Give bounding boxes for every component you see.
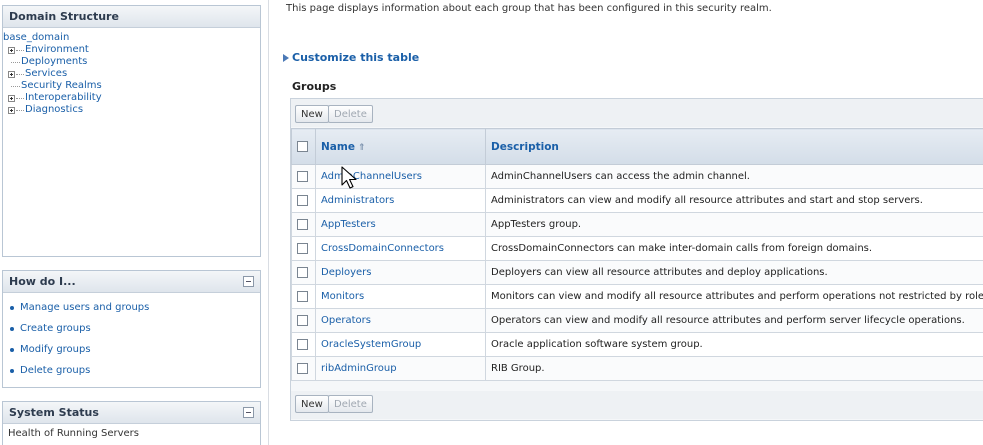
manage-users-groups-link[interactable]: Manage users and groups [20,302,149,313]
expand-icon[interactable] [8,46,15,54]
expand-icon[interactable] [8,94,15,102]
select-all-header [291,128,316,165]
intro-text: This page displays information about eac… [286,3,772,14]
table-row: Administrators Administrators can view a… [291,188,983,213]
group-description: Administrators can view and modify all r… [485,188,983,213]
modify-groups-link[interactable]: Modify groups [20,344,91,355]
bullet-icon [10,348,14,352]
system-status-panel: System Status Health of Running Servers [2,401,261,445]
group-description: Oracle application software system group… [485,332,983,357]
group-description: AppTesters group. [485,212,983,237]
group-description: AdminChannelUsers can access the admin c… [485,164,983,189]
delete-button[interactable]: Delete [328,105,373,123]
tree-item-deployments[interactable]: Deployments [3,56,260,68]
delete-button[interactable]: Delete [328,395,373,413]
tree-item-diagnostics[interactable]: Diagnostics [3,104,260,116]
tree-item-security-realms[interactable]: Security Realms [3,80,260,92]
group-name-link[interactable]: Monitors [321,291,364,302]
tree-item-services[interactable]: Services [3,68,260,80]
group-description: RIB Group. [485,356,983,381]
list-item: Modify groups [10,344,260,365]
tree-item-label[interactable]: Environment [25,44,89,56]
table-row: CrossDomainConnectors CrossDomainConnect… [291,236,983,261]
list-item: Delete groups [10,365,260,386]
group-name-link[interactable]: CrossDomainConnectors [321,243,444,254]
table-row: Deployers Deployers can view all resourc… [291,260,983,285]
table-row: AdminChannelUsers AdminChannelUsers can … [291,164,983,189]
tree-item-label[interactable]: Deployments [21,56,87,68]
tree-item-environment[interactable]: Environment [3,44,260,56]
groups-table: Name ⇑ Description AdminChannelUsers Admi… [291,128,983,381]
tree-item-label[interactable]: Services [25,68,67,80]
group-name-link[interactable]: AppTesters [321,219,376,230]
expand-icon[interactable] [8,70,15,78]
domain-structure-title: Domain Structure [3,6,260,28]
main-content: This page displays information about eac… [268,0,983,445]
table-row: AppTesters AppTesters group. [291,212,983,237]
row-checkbox[interactable] [297,194,308,206]
domain-tree: base_domain Environment Deployments Serv… [3,28,260,116]
new-button[interactable]: New [295,395,329,413]
row-checkbox[interactable] [297,266,308,278]
row-checkbox[interactable] [297,314,308,326]
table-header-row: Name ⇑ Description [291,128,983,165]
table-row: Monitors Monitors can view and modify al… [291,284,983,309]
how-do-i-list: Manage users and groups Create groups Mo… [3,293,260,386]
table-row: OracleSystemGroup Oracle application sof… [291,332,983,357]
group-description: Monitors can view and modify all resourc… [485,284,983,309]
bottom-button-bar: New Delete [291,391,983,419]
new-button[interactable]: New [295,105,329,123]
description-column-header[interactable]: Description [485,128,983,165]
bullet-icon [10,306,14,310]
group-name-link[interactable]: Deployers [321,267,372,278]
group-description: CrossDomainConnectors can make inter-dom… [485,236,983,261]
expand-icon[interactable] [8,106,15,114]
row-checkbox[interactable] [297,242,308,254]
system-status-title: System Status [3,402,260,424]
top-button-bar: New Delete [291,99,983,127]
health-running-servers-label: Health of Running Servers [8,428,139,439]
how-do-i-title: How do I... [3,271,260,293]
domain-structure-panel: Domain Structure base_domain Environment… [2,5,261,257]
row-checkbox[interactable] [297,290,308,302]
list-item: Manage users and groups [10,302,260,323]
left-column: Domain Structure base_domain Environment… [0,0,263,445]
row-checkbox[interactable] [297,170,308,182]
how-do-i-panel: How do I... Manage users and groups Crea… [2,270,261,388]
table-row: Operators Operators can view and modify … [291,308,983,333]
groups-table-container: New Delete Name ⇑ Description AdminChanne… [290,98,983,421]
bullet-icon [10,369,14,373]
expand-triangle-icon [283,53,289,62]
groups-table-body: AdminChannelUsers AdminChannelUsers can … [291,164,983,381]
delete-groups-link[interactable]: Delete groups [20,365,90,376]
tree-root-base-domain[interactable]: base_domain [3,31,260,44]
bullet-icon [10,327,14,331]
group-name-link[interactable]: OracleSystemGroup [321,339,421,350]
group-name-link[interactable]: Administrators [321,195,394,206]
name-column-header[interactable]: Name ⇑ [315,128,486,165]
tree-item-label[interactable]: Diagnostics [25,104,83,116]
select-all-checkbox[interactable] [297,141,308,152]
tree-item-interoperability[interactable]: Interoperability [3,92,260,104]
groups-table-title: Groups [292,80,337,93]
sort-icon[interactable]: ⇑ [358,143,366,153]
create-groups-link[interactable]: Create groups [20,323,91,334]
row-checkbox[interactable] [297,362,308,374]
tree-item-label[interactable]: Interoperability [25,92,102,104]
group-description: Operators can view and modify all resour… [485,308,983,333]
collapse-icon[interactable] [243,276,254,287]
group-name-link[interactable]: AdminChannelUsers [321,171,422,182]
row-checkbox[interactable] [297,218,308,230]
group-name-link[interactable]: Operators [321,315,371,326]
table-row: ribAdminGroup RIB Group. [291,356,983,381]
collapse-icon[interactable] [243,407,254,418]
customize-table-link[interactable]: Customize this table [283,51,419,64]
tree-item-label[interactable]: Security Realms [21,80,102,92]
row-checkbox[interactable] [297,338,308,350]
group-description: Deployers can view all resource attribut… [485,260,983,285]
list-item: Create groups [10,323,260,344]
group-name-link[interactable]: ribAdminGroup [321,363,397,374]
